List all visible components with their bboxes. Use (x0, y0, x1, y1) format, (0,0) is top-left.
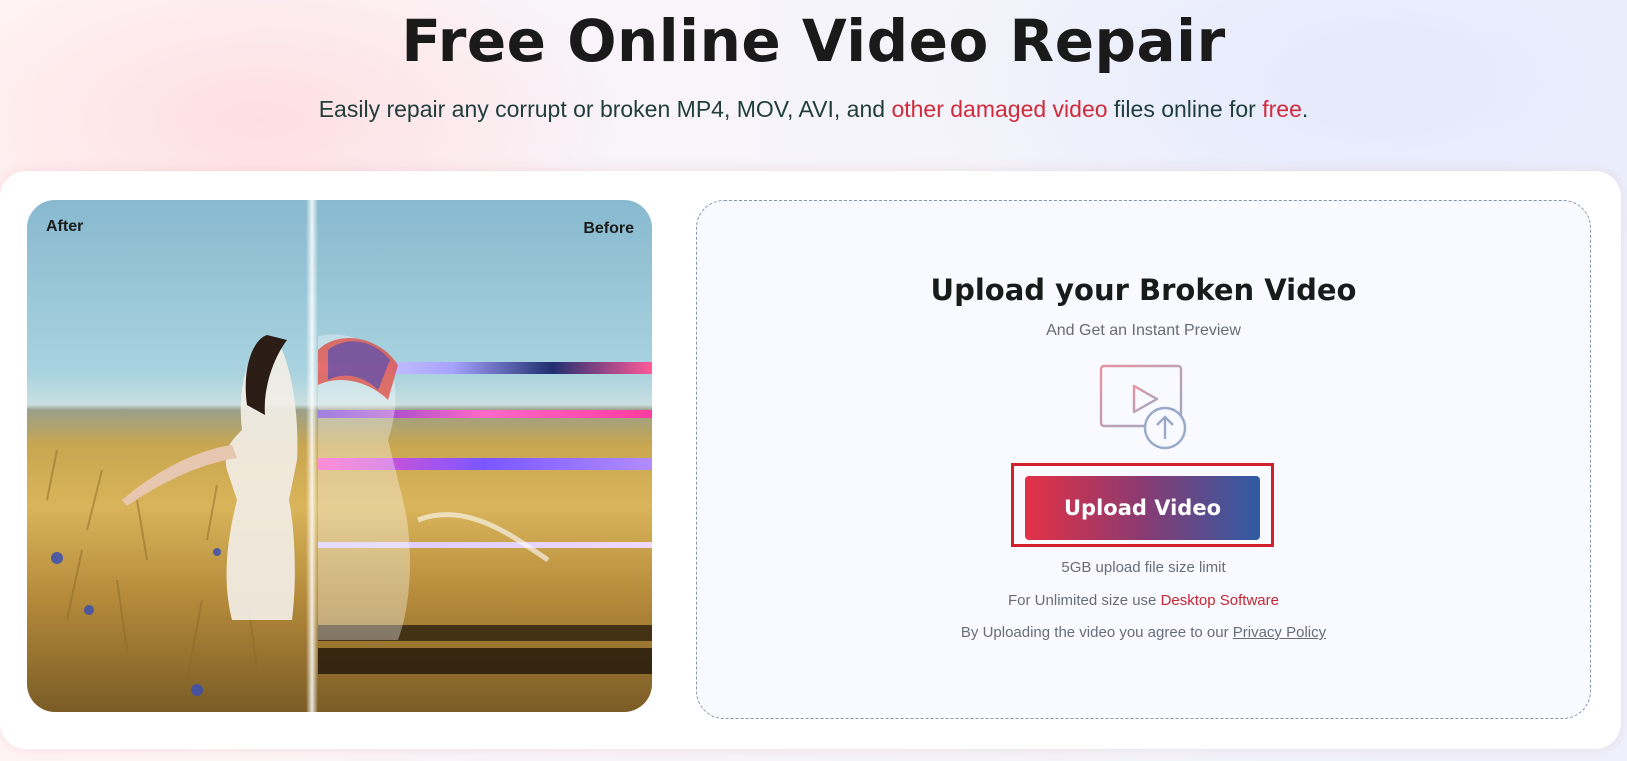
glitched-figure (318, 334, 550, 640)
upload-button-highlight: Upload Video (1011, 463, 1274, 547)
glitch-overlay (318, 200, 652, 712)
upload-subtitle: And Get an Instant Preview (1046, 322, 1241, 339)
agree-prefix: By Uploading the video you agree to our (960, 624, 1233, 641)
privacy-policy-link[interactable]: Privacy Policy (1233, 624, 1326, 641)
privacy-note: By Uploading the video you agree to our … (697, 624, 1590, 641)
subtitle-highlight: other damaged video (891, 96, 1108, 122)
comparison-divider[interactable] (306, 200, 318, 712)
upload-dropzone[interactable]: Upload your Broken Video And Get an Inst… (696, 200, 1591, 719)
repair-card: After Before Upload your Broken Video An… (0, 171, 1621, 749)
upload-title: Upload your Broken Video (930, 273, 1357, 307)
subtitle-text-middle: files online for (1107, 96, 1263, 122)
size-limit-note: 5GB upload file size limit (1061, 559, 1226, 576)
unlimited-note: For Unlimited size use Desktop Software (697, 592, 1590, 609)
desktop-software-link[interactable]: Desktop Software (1161, 592, 1279, 609)
video-upload-icon (1099, 364, 1187, 450)
page-title: Free Online Video Repair (401, 7, 1226, 75)
subtitle-text: Easily repair any corrupt or broken MP4,… (318, 96, 892, 122)
unlimited-prefix: For Unlimited size use (1008, 592, 1161, 609)
subtitle-free: free (1262, 96, 1302, 122)
page-subtitle: Easily repair any corrupt or broken MP4,… (0, 96, 1627, 123)
subtitle-period: . (1301, 96, 1309, 122)
upload-video-button[interactable]: Upload Video (1025, 476, 1260, 540)
before-after-preview: After Before (27, 200, 652, 712)
before-label: Before (583, 220, 634, 237)
after-label: After (46, 218, 84, 235)
